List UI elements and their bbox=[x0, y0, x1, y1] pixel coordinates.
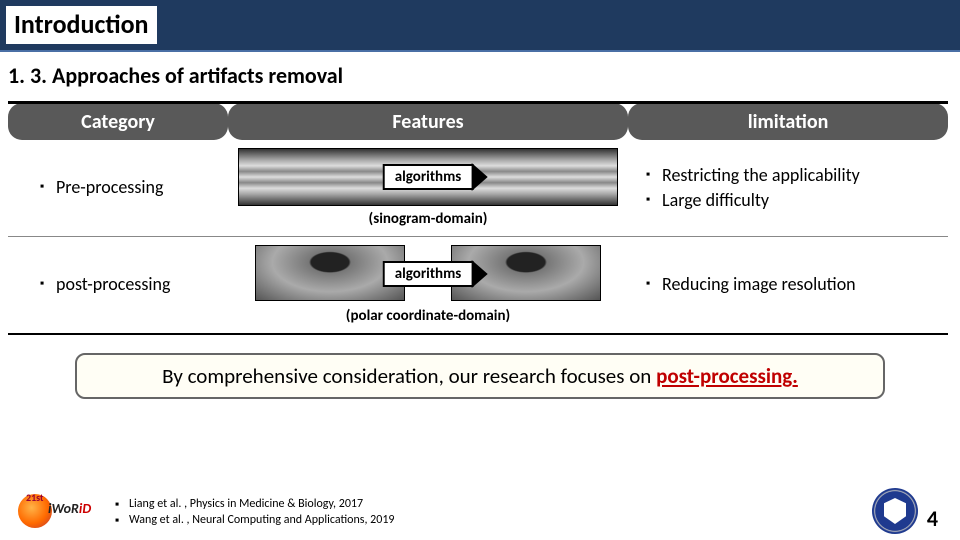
polar-images: algorithms bbox=[238, 245, 618, 303]
conclusion-callout: By comprehensive consideration, our rese… bbox=[75, 353, 885, 399]
reference-item: Wang et al. , Neural Computing and Appli… bbox=[115, 512, 395, 528]
workshop-logo: 21st iWoRiD bbox=[14, 488, 102, 534]
algorithms-badge: algorithms bbox=[383, 261, 474, 287]
category-label: Pre-processing bbox=[40, 175, 218, 200]
slide-title: Introduction bbox=[14, 8, 149, 40]
callout-text: By comprehensive consideration, our rese… bbox=[162, 363, 656, 389]
university-seal bbox=[872, 488, 918, 534]
table-row: post-processing algorithms (polar coordi… bbox=[8, 237, 948, 335]
references: Liang et al. , Physics in Medicine & Bio… bbox=[115, 496, 395, 528]
shield-icon bbox=[884, 498, 906, 524]
approaches-table: Category Features limitation Pre-process… bbox=[8, 101, 948, 335]
limitation-item: Large difficulty bbox=[646, 188, 938, 213]
logo-text: iWoRiD bbox=[48, 500, 91, 517]
feature-caption: (polar coordinate-domain) bbox=[238, 307, 618, 325]
callout-highlight: post-processing. bbox=[656, 363, 798, 389]
section-subtitle: 1. 3. Approaches of artifacts removal bbox=[0, 52, 960, 95]
sinogram-image: algorithms bbox=[238, 148, 618, 206]
algorithms-badge: algorithms bbox=[383, 164, 474, 190]
category-label: post-processing bbox=[40, 272, 218, 297]
slide-title-wrap: Introduction bbox=[6, 6, 157, 44]
table-row: Pre-processing algorithms (sinogram-doma… bbox=[8, 140, 948, 237]
feature-caption: (sinogram-domain) bbox=[238, 210, 618, 228]
col-category: Category bbox=[8, 103, 228, 141]
header-bar: Introduction IWORID 2019 bbox=[0, 0, 960, 52]
limitation-item: Reducing image resolution bbox=[646, 272, 938, 297]
page-number: 4 bbox=[927, 505, 938, 532]
col-features: Features bbox=[228, 103, 628, 141]
reference-item: Liang et al. , Physics in Medicine & Bio… bbox=[115, 496, 395, 512]
limitation-item: Restricting the applicability bbox=[646, 163, 938, 188]
col-limitation: limitation bbox=[628, 103, 948, 141]
logo-year: 21st bbox=[26, 491, 43, 504]
